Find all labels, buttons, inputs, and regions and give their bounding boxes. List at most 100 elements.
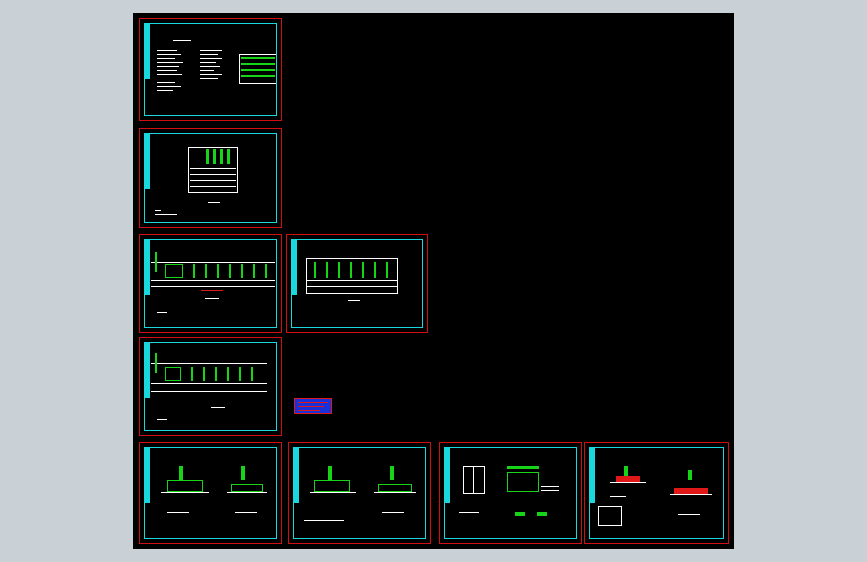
- base-line: [374, 492, 416, 493]
- sheet-frame: [144, 239, 277, 328]
- diagram-bus-line: [151, 363, 267, 364]
- sheet-equipment-detail-1[interactable]: [139, 442, 282, 544]
- equipment-stack: [688, 470, 692, 480]
- sheet-caption-line: [235, 512, 257, 513]
- table-cell: [206, 149, 209, 164]
- notes-line: [157, 74, 182, 75]
- diagram-bus-line: [151, 383, 267, 384]
- note-line: [155, 210, 161, 211]
- drawing-canvas[interactable]: [133, 13, 734, 549]
- sheet-frame: [144, 447, 277, 539]
- table-row-line: [190, 180, 236, 181]
- note-line: [541, 486, 559, 487]
- equipment-symbol: [165, 264, 183, 278]
- diagram-bus-line: [306, 280, 398, 281]
- equipment-stack: [328, 466, 332, 480]
- riser-pipe: [193, 264, 195, 278]
- base-line: [227, 492, 267, 493]
- diagram-bus-line: [151, 262, 275, 263]
- sheet-caption-line: [610, 496, 626, 497]
- riser-pipe: [265, 264, 267, 278]
- notes-line: [157, 70, 177, 71]
- diagram-bus-line: [151, 280, 275, 281]
- sheet-system-diagram-3[interactable]: [139, 337, 282, 436]
- equipment-stack: [241, 466, 245, 480]
- riser-pipe: [239, 367, 241, 381]
- base-line: [670, 494, 712, 495]
- riser-pipe: [386, 262, 388, 278]
- annotation-red: [201, 290, 223, 291]
- pipe-run: [507, 466, 539, 469]
- riser-pipe: [362, 262, 364, 278]
- diagram-bus-line: [151, 391, 267, 392]
- diagram-bus-line: [151, 286, 275, 287]
- sheet-room-layout[interactable]: [439, 442, 582, 544]
- sheet-equipment-table[interactable]: [139, 128, 282, 228]
- riser-pipe: [251, 367, 253, 381]
- legend-line: [298, 406, 324, 407]
- sheet-frame: [444, 447, 577, 539]
- notes-title-line: [173, 40, 191, 41]
- legend-block[interactable]: [294, 398, 332, 414]
- equipment-body: [314, 480, 350, 492]
- equipment-stack: [390, 466, 394, 480]
- sheet-system-diagram-1[interactable]: [139, 234, 282, 333]
- notes-line: [200, 58, 222, 59]
- notes-line: [157, 90, 173, 91]
- notes-line: [157, 82, 175, 83]
- fitting-symbol: [537, 512, 547, 516]
- table-row: [241, 57, 275, 59]
- notes-line: [157, 58, 175, 59]
- sheet-caption-line: [348, 300, 360, 301]
- riser-pipe: [191, 367, 193, 381]
- note-line: [157, 312, 167, 313]
- sheet-caption-line: [167, 512, 189, 513]
- notes-line: [200, 66, 220, 67]
- note-line: [459, 512, 479, 513]
- equipment-stack: [624, 466, 628, 476]
- sheet-caption-line: [382, 512, 404, 513]
- riser-pipe: [253, 264, 255, 278]
- sheet-frame: [144, 133, 277, 223]
- riser-pipe: [155, 353, 157, 373]
- title-strip: [590, 448, 595, 503]
- equipment-body: [231, 484, 263, 492]
- title-strip: [145, 134, 150, 189]
- title-strip: [145, 343, 150, 398]
- sheet-equipment-detail-3[interactable]: [584, 442, 729, 544]
- riser-pipe: [227, 367, 229, 381]
- riser-pipe: [241, 264, 243, 278]
- title-strip: [445, 448, 450, 503]
- diagram-frame: [306, 258, 398, 294]
- sheet-caption-line: [208, 202, 220, 203]
- notes-line: [157, 62, 183, 63]
- note-line: [541, 490, 559, 491]
- notes-line: [200, 62, 216, 63]
- legend-line: [298, 410, 320, 411]
- detail-box: [598, 506, 622, 526]
- notes-line: [157, 86, 181, 87]
- table-row: [241, 75, 275, 77]
- note-line: [157, 419, 167, 420]
- base-line: [610, 482, 646, 483]
- diagram-bus-line: [306, 286, 398, 287]
- table-row-line: [190, 186, 236, 187]
- sheet-caption-line: [211, 407, 225, 408]
- notes-line: [157, 66, 179, 67]
- riser-pipe: [155, 252, 157, 272]
- riser-pipe: [229, 264, 231, 278]
- sheet-frame: [144, 342, 277, 431]
- riser-pipe: [205, 264, 207, 278]
- note-line: [155, 214, 177, 215]
- notes-line: [200, 78, 218, 79]
- table-row-line: [190, 174, 236, 175]
- title-strip: [294, 448, 299, 503]
- table-cell: [213, 149, 216, 164]
- sheet-system-diagram-2[interactable]: [286, 234, 428, 333]
- sheet-caption-line: [205, 298, 219, 299]
- sheet-caption-line: [304, 520, 344, 521]
- notes-line: [200, 70, 214, 71]
- sheet-equipment-detail-2[interactable]: [288, 442, 431, 544]
- title-strip: [145, 448, 150, 503]
- sheet-design-notes[interactable]: [139, 18, 282, 121]
